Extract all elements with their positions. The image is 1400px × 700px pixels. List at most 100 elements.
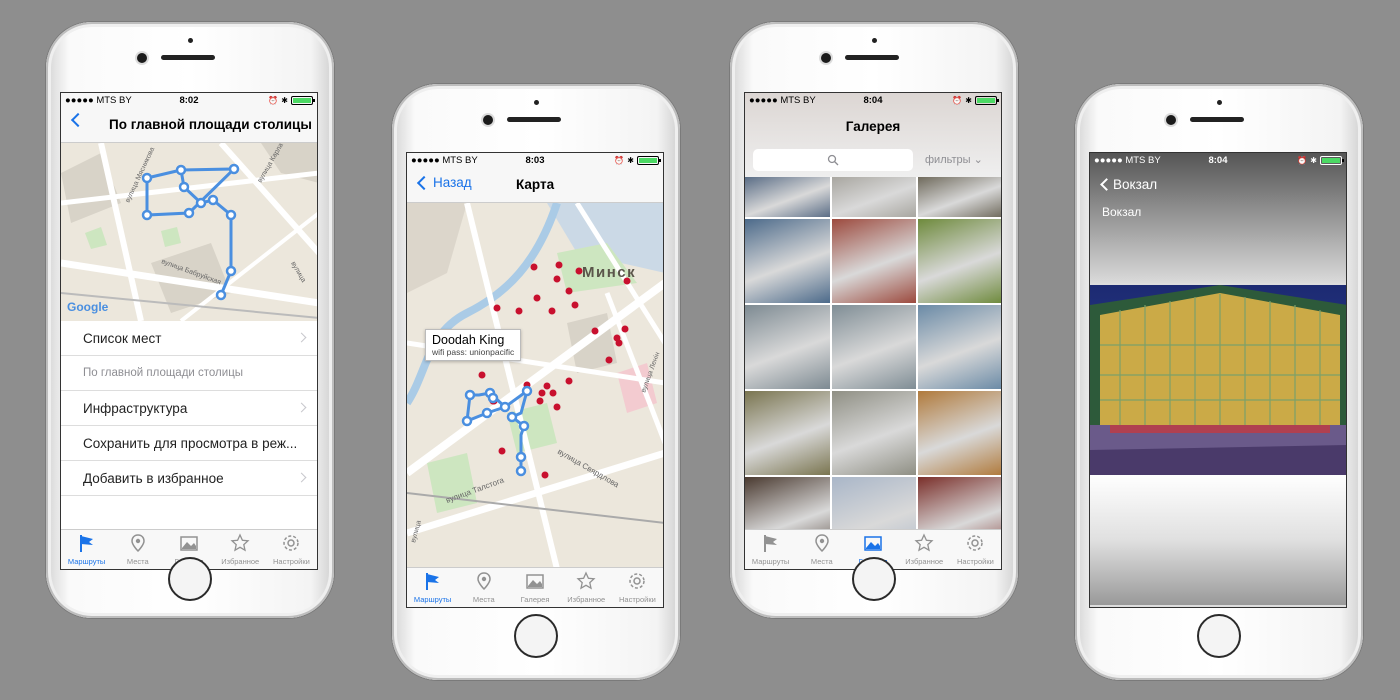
- station-photo[interactable]: [1090, 285, 1346, 475]
- tab-label: Маршруты: [67, 557, 106, 566]
- chevron-left-icon: [70, 112, 86, 128]
- clock: 8:04: [1208, 154, 1228, 166]
- tab-bar: Маршруты Места Галерея Избранное Настройки: [407, 567, 663, 607]
- photo-thumbnail[interactable]: [745, 177, 830, 217]
- tab-label: Избранное: [905, 557, 944, 566]
- city-map-svg: Минск вулица Свярдлова вулица Талстога в…: [407, 203, 663, 569]
- home-button[interactable]: [514, 614, 558, 658]
- map-callout[interactable]: Doodah King wifi pass: unionpacific: [425, 329, 522, 361]
- callout-title: Doodah King: [432, 333, 505, 347]
- chevron-right-icon: [296, 332, 307, 343]
- filters-label: фильтры: [925, 154, 971, 166]
- list-item-infrastructure[interactable]: Инфраструктура: [61, 391, 317, 426]
- tab-gallery[interactable]: Галерея: [509, 568, 560, 607]
- route-map[interactable]: вулица Мясникова вулица Карла Ма вулица …: [61, 143, 317, 321]
- photo-thumbnail[interactable]: [831, 177, 917, 217]
- city-map[interactable]: Минск вулица Свярдлова вулица Талстога в…: [407, 203, 663, 569]
- tab-gear[interactable]: Настройки: [266, 530, 317, 569]
- photo-thumbnail[interactable]: [918, 177, 1001, 217]
- photo-thumbnail[interactable]: [831, 305, 917, 389]
- star-icon: [914, 533, 934, 555]
- status-bar: ●●●●● MTS BY 8:04 ⏰ ✱: [1090, 153, 1346, 167]
- earpiece: [161, 55, 215, 60]
- callout-subtitle: wifi pass: unionpacific: [432, 347, 515, 357]
- list-item-label: Добавить в избранное: [83, 470, 224, 486]
- photo-thumbnail[interactable]: [918, 391, 1001, 475]
- page-title: По главной площади столицы: [109, 117, 312, 132]
- gear-icon: [627, 571, 647, 593]
- tab-label: Настройки: [957, 557, 994, 566]
- route-detail-screen: ●●●●● MTS BY 8:02 ⏰ ✱ По главной площади …: [60, 92, 318, 570]
- photo-thumbnail[interactable]: [745, 219, 830, 303]
- front-camera: [821, 53, 831, 63]
- filters-button[interactable]: фильтры ⌄: [925, 153, 983, 166]
- sensor-dot: [872, 38, 877, 43]
- flag-icon: [77, 533, 97, 555]
- pin-icon: [812, 533, 832, 555]
- tab-flag[interactable]: Маршруты: [745, 530, 796, 569]
- pin-icon: [128, 533, 148, 555]
- flag-icon: [423, 571, 443, 593]
- page-title: Карта: [516, 177, 555, 192]
- photo-thumbnail[interactable]: [831, 219, 917, 303]
- chevron-left-icon: [1100, 178, 1113, 191]
- tab-label: Места: [126, 557, 149, 566]
- battery-icon: [291, 95, 315, 105]
- search-icon: [827, 154, 839, 166]
- gear-icon: [281, 533, 301, 555]
- status-bar: ●●●●● MTS BY 8:02 ⏰ ✱: [61, 93, 317, 107]
- tab-flag[interactable]: Маршруты: [407, 568, 458, 607]
- nav-bar: Назад Карта: [407, 167, 663, 203]
- tab-label: Места: [472, 595, 495, 604]
- home-button[interactable]: [168, 557, 212, 601]
- tab-star[interactable]: Избранное: [899, 530, 950, 569]
- back-label: Назад: [433, 175, 472, 190]
- tab-label: Места: [810, 557, 833, 566]
- clock: 8:03: [525, 154, 545, 166]
- chevron-right-icon: [296, 472, 307, 483]
- sensor-dot: [188, 38, 193, 43]
- battery-icon: [975, 95, 999, 105]
- front-camera: [1166, 115, 1176, 125]
- tab-pin[interactable]: Места: [796, 530, 847, 569]
- back-label: Вокзал: [1113, 177, 1158, 192]
- list-item-route-name: По главной площади столицы: [61, 356, 317, 391]
- home-button[interactable]: [852, 557, 896, 601]
- photo-thumbnail[interactable]: [745, 305, 830, 389]
- photo-caption: Вокзал: [1102, 205, 1142, 219]
- tab-label: Избранное: [567, 595, 606, 604]
- detail-footer-gradient: [1090, 475, 1346, 605]
- phone-gallery: ●●●●● MTS BY 8:04 ⏰ ✱ Галерея фильтры ⌄ М…: [730, 22, 1018, 618]
- tab-star[interactable]: Избранное: [215, 530, 266, 569]
- tab-flag[interactable]: Маршруты: [61, 530, 112, 569]
- photo-grid: [745, 177, 1001, 563]
- tab-label: Маршруты: [751, 557, 790, 566]
- photo-thumbnail[interactable]: [918, 305, 1001, 389]
- tab-gear[interactable]: Настройки: [950, 530, 1001, 569]
- phone-map: ●●●●● MTS BY 8:03 ⏰ ✱ Назад Карта Минск …: [392, 84, 680, 680]
- list-item-save-offline[interactable]: Сохранить для просмотра в реж...: [61, 426, 317, 461]
- tab-gear[interactable]: Настройки: [612, 568, 663, 607]
- list-item-add-favorite[interactable]: Добавить в избранное: [61, 461, 317, 496]
- battery-icon: [637, 155, 661, 165]
- status-bar: ●●●●● MTS BY 8:03 ⏰ ✱: [407, 153, 663, 167]
- search-input[interactable]: [753, 149, 913, 171]
- tab-pin[interactable]: Места: [112, 530, 163, 569]
- phone-photo-detail: ●●●●● MTS BY 8:04 ⏰ ✱ Вокзал Вокзал: [1075, 84, 1363, 680]
- tab-pin[interactable]: Места: [458, 568, 509, 607]
- back-button[interactable]: Вокзал: [1098, 177, 1157, 192]
- route-options-list: Список мест По главной площади столицы И…: [61, 321, 317, 496]
- clock: 8:02: [179, 94, 199, 106]
- station-photo-svg: [1090, 285, 1346, 475]
- sensor-dot: [1217, 100, 1222, 105]
- home-button[interactable]: [1197, 614, 1241, 658]
- clock: 8:04: [863, 94, 883, 106]
- list-item-places[interactable]: Список мест: [61, 321, 317, 356]
- route-map-svg: вулица Мясникова вулица Карла Ма вулица …: [61, 143, 317, 321]
- photo-thumbnail[interactable]: [831, 391, 917, 475]
- back-button[interactable]: Назад: [415, 175, 472, 190]
- photo-thumbnail[interactable]: [745, 391, 830, 475]
- tab-star[interactable]: Избранное: [561, 568, 612, 607]
- back-button[interactable]: [69, 112, 86, 128]
- photo-thumbnail[interactable]: [918, 219, 1001, 303]
